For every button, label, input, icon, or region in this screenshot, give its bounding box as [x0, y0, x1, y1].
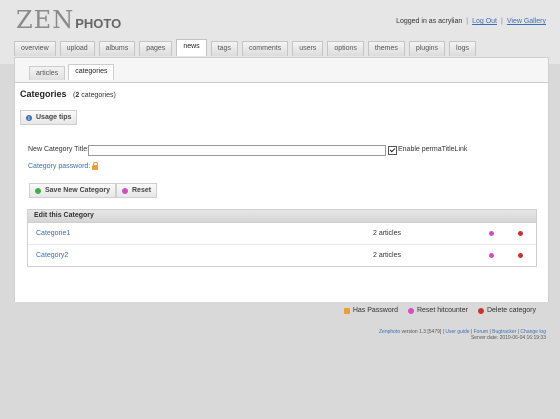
category-title-input[interactable] — [88, 145, 386, 156]
category-link[interactable]: Category2 — [36, 245, 68, 266]
logo-zen: ZEN — [16, 6, 75, 34]
delete-icon[interactable] — [518, 253, 523, 258]
permalink-label: Enable permaTitleLink — [398, 146, 468, 153]
legend-has-password: Has Password — [343, 307, 398, 314]
count-rest: categories) — [79, 92, 116, 99]
server-date: Server date: 2010-06-04 16:19:33 — [470, 335, 546, 341]
tab-comments[interactable]: comments — [241, 41, 289, 56]
table-row: Category2 2 articles — [28, 245, 536, 266]
legend-delete-category-label: Delete category — [486, 307, 536, 314]
lock-icon — [343, 307, 350, 314]
table-row: Categorie1 2 articles — [28, 223, 536, 245]
tab-overview[interactable]: overview — [14, 41, 56, 56]
tab-pages[interactable]: pages — [139, 41, 173, 56]
separator: | — [466, 18, 469, 25]
icon-legend: Has Password Reset hitcounter Delete cat… — [334, 307, 536, 314]
content-area: Categories (2 categories) Usage tips New… — [15, 82, 548, 314]
reset-hitcounter-icon[interactable] — [489, 253, 494, 258]
page-title: Categories (2 categories) — [20, 89, 116, 99]
logo-photo: PHOTO — [75, 16, 122, 31]
category-count: (2 categories) — [73, 92, 116, 99]
usage-tips-button[interactable]: Usage tips — [20, 110, 78, 126]
legend-delete-category: Delete category — [477, 307, 536, 314]
article-count: 2 articles — [373, 230, 402, 237]
categories-table: Edit this Category Categorie1 2 articles… — [27, 209, 537, 267]
user-bar: Logged in as acrylian | Log Out | View Galle… — [396, 18, 546, 25]
separator: | — [501, 18, 503, 25]
page-title-text: Categories — [20, 89, 67, 99]
save-label: Save New Category — [45, 187, 110, 194]
version-text: version 1.3 [5479] | — [400, 329, 446, 335]
delete-icon — [477, 307, 484, 314]
tab-options[interactable]: options — [327, 41, 364, 56]
lock-icon[interactable] — [92, 162, 98, 170]
main-panel: articles categories Categories (2 catego… — [14, 57, 549, 314]
info-icon — [26, 113, 32, 126]
table-header: Edit this Category — [28, 210, 536, 223]
category-password-link[interactable]: Category password: — [28, 163, 90, 170]
legend-reset-hitcounter-label: Reset hitcounter — [416, 307, 468, 314]
tab-tags[interactable]: tags — [210, 41, 238, 56]
category-title-label: New Category Title: — [28, 146, 90, 153]
delete-icon[interactable] — [518, 231, 523, 236]
user-guide-link[interactable]: User guide — [445, 329, 469, 335]
checkmark-icon — [35, 187, 41, 194]
tab-themes[interactable]: themes — [367, 41, 405, 56]
logout-link[interactable]: Log Out — [472, 18, 497, 25]
reset-icon — [122, 187, 128, 194]
tab-albums[interactable]: albums — [98, 41, 136, 56]
permalink-checkbox[interactable] — [388, 146, 397, 155]
legend-has-password-label: Has Password — [352, 307, 398, 314]
zenphoto-link[interactable]: Zenphoto — [379, 329, 400, 335]
subtab-categories[interactable]: categories — [68, 64, 115, 80]
footer: Zenphoto version 1.3 [5479] | User guide… — [379, 329, 546, 341]
reset-icon — [407, 307, 414, 314]
subtab-articles[interactable]: articles — [29, 66, 66, 80]
logged-in-text: Logged in as acrylian — [396, 18, 463, 25]
tab-logs[interactable]: logs — [449, 41, 476, 56]
zenphoto-logo[interactable]: ZEN PHOTO — [16, 6, 121, 32]
main-tabs: overview upload albums pages news tags c… — [14, 39, 480, 56]
article-count: 2 articles — [373, 252, 402, 259]
reset-hitcounter-icon[interactable] — [489, 231, 494, 236]
save-new-category-button[interactable]: Save New Category — [29, 183, 116, 198]
top-bar: ZEN PHOTO Logged in as acrylian | Log Out |… — [0, 0, 560, 64]
tab-news[interactable]: news — [176, 39, 207, 56]
tab-users[interactable]: users — [292, 41, 324, 56]
reset-label: Reset — [132, 187, 152, 194]
category-link[interactable]: Categorie1 — [36, 223, 70, 244]
sub-tabs: articles categories — [29, 64, 117, 80]
view-gallery-link[interactable]: View Gallery — [507, 18, 546, 25]
tab-plugins[interactable]: plugins — [408, 41, 446, 56]
reset-button[interactable]: Reset — [116, 183, 158, 198]
tab-upload[interactable]: upload — [59, 41, 95, 56]
usage-tips-label: Usage tips — [36, 114, 72, 121]
legend-reset-hitcounter: Reset hitcounter — [407, 307, 468, 314]
